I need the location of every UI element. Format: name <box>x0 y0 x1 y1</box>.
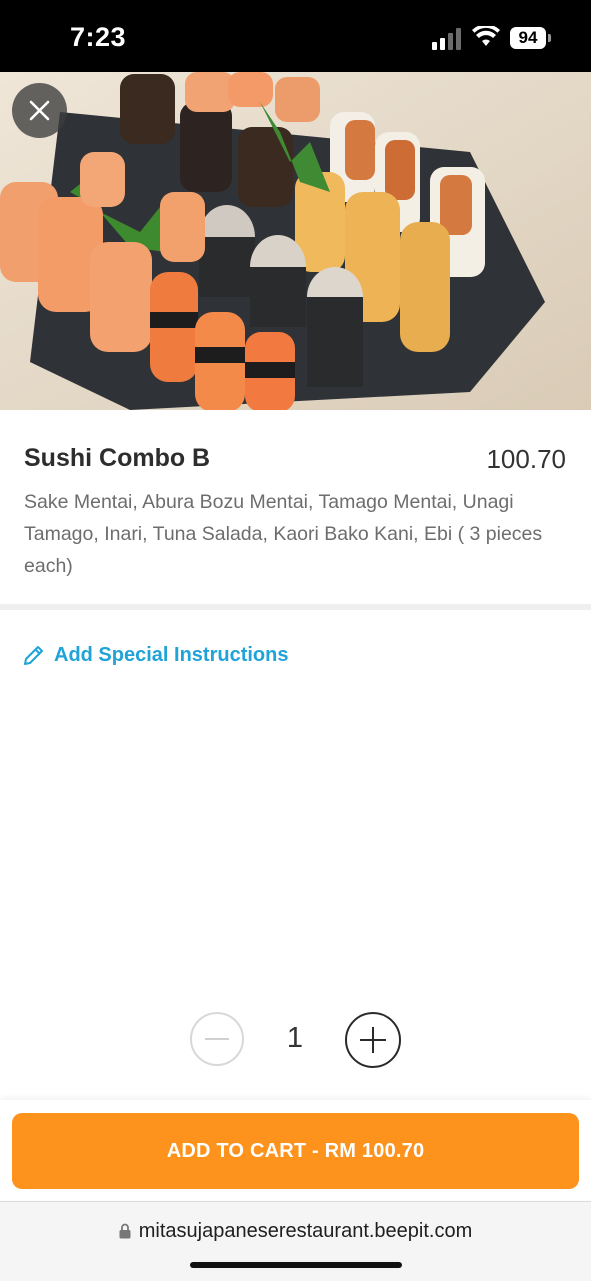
product-price: 100.70 <box>486 444 566 474</box>
home-indicator <box>190 1262 402 1268</box>
pencil-icon <box>24 646 43 665</box>
add-special-instructions-label: Add Special Instructions <box>54 643 289 666</box>
battery-indicator: 94 <box>510 27 546 49</box>
quantity-value: 1 <box>286 1022 304 1054</box>
section-divider <box>0 604 591 610</box>
status-bar: 7:23 94 <box>0 0 591 72</box>
add-special-instructions-link[interactable]: Add Special Instructions <box>22 640 288 670</box>
product-image <box>0 72 591 410</box>
cellular-signal-icon <box>432 28 461 50</box>
url-display[interactable]: mitasujapaneserestaurant.beepit.com <box>0 1220 591 1243</box>
browser-address-bar[interactable]: mitasujapaneserestaurant.beepit.com <box>0 1201 591 1281</box>
product-description: Sake Mentai, Abura Bozu Mentai, Tamago M… <box>24 491 543 577</box>
status-time: 7:23 <box>70 22 127 52</box>
battery-tip <box>548 34 551 42</box>
decrease-quantity-button[interactable] <box>190 1012 244 1066</box>
close-icon <box>29 100 50 121</box>
add-to-cart-button[interactable]: ADD TO CART - RM 100.70 <box>12 1113 579 1189</box>
product-title: Sushi Combo B <box>24 444 211 472</box>
increase-quantity-button[interactable] <box>345 1012 401 1068</box>
lock-icon <box>119 1223 131 1239</box>
url-text: mitasujapaneserestaurant.beepit.com <box>138 1220 473 1242</box>
sushi-platter-image <box>0 72 591 410</box>
close-button[interactable] <box>12 83 67 138</box>
wifi-icon <box>472 26 500 46</box>
